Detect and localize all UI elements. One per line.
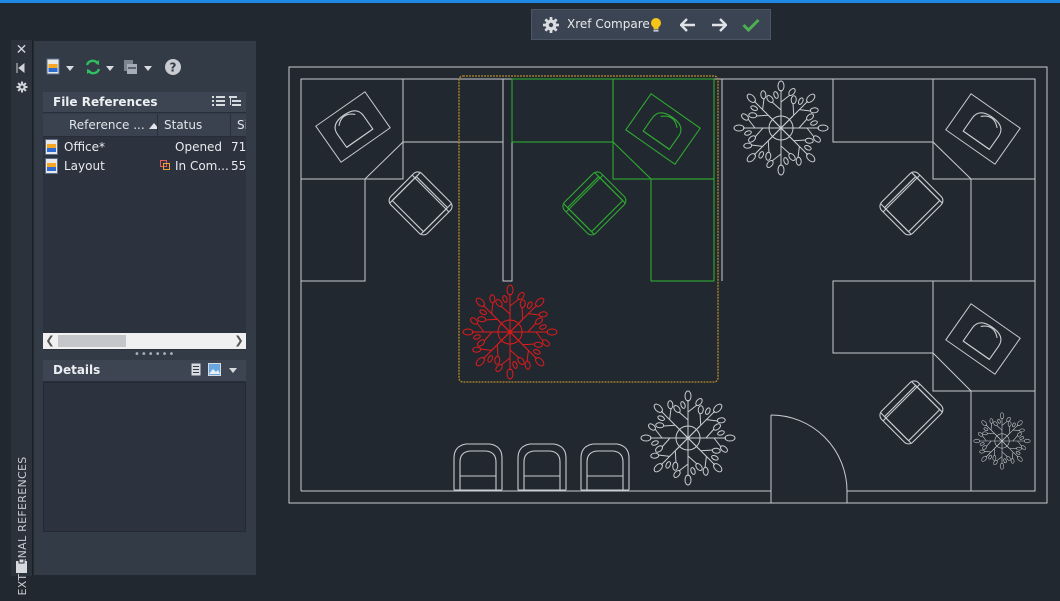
palette-toolbar: ?	[34, 41, 256, 91]
details-panel	[43, 382, 246, 532]
column-reference-name[interactable]: Reference ...	[63, 114, 158, 136]
column-size[interactable]: Si	[231, 114, 246, 136]
arrow-right-icon[interactable]	[708, 10, 730, 39]
file-references-header[interactable]: File References	[43, 92, 246, 113]
refresh-button[interactable]	[84, 58, 114, 78]
dwg-file-icon	[45, 158, 59, 177]
attach-dwg-icon	[46, 58, 62, 79]
details-header[interactable]: Details	[43, 360, 246, 382]
checkmark-icon[interactable]	[740, 10, 762, 39]
column-headers: Reference ... Status Si	[43, 114, 246, 137]
properties-gear-icon[interactable]	[15, 81, 28, 94]
table-row[interactable]: Office* Opened 71.	[43, 138, 246, 157]
arrow-left-icon[interactable]	[677, 10, 699, 39]
help-icon: ?	[164, 58, 182, 79]
xref-compare-title: Xref Compare	[567, 17, 650, 31]
cubicle-center	[458, 75, 723, 383]
list-view-icon[interactable]	[212, 95, 225, 110]
gear-icon[interactable]	[541, 10, 561, 39]
details-title: Details	[53, 363, 101, 377]
reference-size: 55.	[231, 159, 246, 173]
lobby-chairs	[453, 443, 630, 491]
change-path-button[interactable]	[122, 58, 152, 78]
preview-icon[interactable]	[208, 363, 221, 379]
attach-dwg-button[interactable]	[46, 58, 74, 78]
help-button[interactable]: ?	[164, 58, 182, 78]
chevron-down-icon[interactable]	[229, 368, 237, 373]
scroll-right-icon[interactable]: ❯	[232, 333, 246, 349]
change-path-icon	[122, 58, 140, 79]
file-references-title: File References	[53, 95, 158, 109]
close-icon[interactable]: ✕	[15, 43, 28, 57]
palette-side-label: EXTERNAL REFERENCES	[16, 456, 29, 596]
lightbulb-icon[interactable]	[648, 10, 664, 39]
chevron-down-icon[interactable]	[66, 65, 74, 71]
palette-title-strip: ✕ EXTERNAL REFERENCES	[11, 40, 33, 596]
xref-compare-toolbar: Xref Compare	[531, 9, 771, 40]
refresh-icon	[84, 58, 102, 79]
reference-name: Office*	[64, 140, 106, 154]
cubicle-right	[832, 78, 1036, 492]
tree-view-icon[interactable]	[229, 95, 242, 110]
scrollbar-thumb[interactable]	[58, 335, 126, 347]
svg-text:?: ?	[170, 60, 177, 74]
file-references-list: Reference ... Status Si Office* Opened 7…	[43, 114, 246, 350]
column-status[interactable]: Status	[158, 114, 231, 136]
dwg-file-icon	[45, 139, 59, 158]
autohide-icon[interactable]	[15, 62, 28, 75]
chevron-down-icon[interactable]	[144, 65, 152, 71]
external-references-palette: ? File References Reference ... Status S…	[33, 40, 257, 576]
sort-ascending-icon	[148, 122, 157, 129]
pane-splitter[interactable]: ••••••	[134, 350, 175, 360]
reference-status: Opened	[175, 140, 223, 154]
compare-icon	[160, 159, 170, 173]
reference-status: In Com...	[175, 159, 229, 173]
scroll-left-icon[interactable]: ❮	[43, 333, 57, 349]
reference-size: 71.	[231, 140, 246, 154]
horizontal-scrollbar[interactable]: ❮ ❯	[43, 333, 246, 349]
details-view-icon[interactable]	[191, 363, 203, 379]
table-row[interactable]: Layout In Com... 55.	[43, 157, 246, 176]
reference-name: Layout	[64, 159, 105, 173]
chevron-down-icon[interactable]	[106, 65, 114, 71]
cubicle-left	[300, 78, 504, 282]
clipboard-icon[interactable]	[15, 558, 28, 573]
